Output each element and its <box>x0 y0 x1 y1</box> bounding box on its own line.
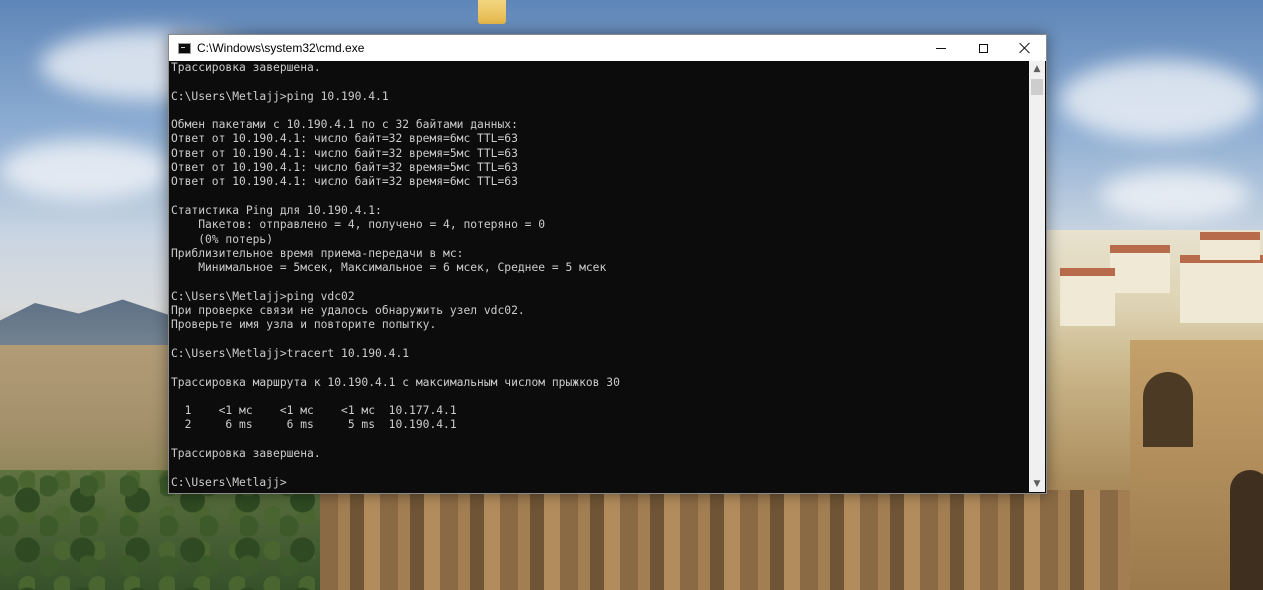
console-line: C:\Users\Metlajj>ping 10.190.4.1 <box>171 89 389 103</box>
console-line: Проверьте имя узла и повторите попытку. <box>171 318 437 332</box>
console-line: 1 <1 мс <1 мс <1 мс 10.177.4.1 <box>171 404 457 418</box>
scroll-down-button[interactable]: ▼ <box>1029 476 1045 492</box>
folder-icon[interactable] <box>478 0 506 24</box>
building <box>1200 232 1260 260</box>
cloud <box>0 140 170 200</box>
console-line: C:\Users\Metlajj>tracert 10.190.4.1 <box>171 346 410 360</box>
scroll-thumb[interactable] <box>1031 79 1043 95</box>
console-line: Ответ от 10.190.4.1: число байт=32 время… <box>171 146 518 160</box>
console-line: Приблизительное время приема-передачи в … <box>171 246 464 260</box>
console-line: (0% потерь) <box>171 232 274 246</box>
title-bar[interactable]: C:\Windows\system32\cmd.exe <box>169 35 1046 61</box>
cliff <box>320 480 1263 590</box>
console-line: Обмен пакетами с 10.190.4.1 по с 32 байт… <box>171 118 518 132</box>
building <box>1110 245 1170 293</box>
vertical-scrollbar[interactable]: ▲ ▼ <box>1029 61 1045 492</box>
console-line: При проверке связи не удалось обнаружить… <box>171 304 525 318</box>
console-line: Ответ от 10.190.4.1: число байт=32 время… <box>171 161 518 175</box>
close-icon <box>1019 42 1031 54</box>
console-line: C:\Users\Metlajj> <box>171 475 287 489</box>
bridge-arch <box>1143 372 1193 447</box>
building <box>1180 255 1263 323</box>
console-line: Ответ от 10.190.4.1: число байт=32 время… <box>171 175 518 189</box>
console-line: Трассировка завершена. <box>171 447 321 461</box>
window-title: C:\Windows\system32\cmd.exe <box>197 41 365 55</box>
cmd-window[interactable]: C:\Windows\system32\cmd.exe Трассировка … <box>168 34 1047 494</box>
console-line: Минимальное = 5мсек, Максимальное = 6 мс… <box>171 261 607 275</box>
bridge-arch <box>1230 470 1263 590</box>
cmd-console-icon[interactable] <box>178 42 191 54</box>
minimize-button[interactable] <box>920 35 962 61</box>
minimize-icon <box>936 47 946 49</box>
console-output[interactable]: Трассировка завершена. C:\Users\Metlajj>p… <box>171 61 1029 491</box>
maximize-icon <box>978 43 988 53</box>
console-line: Пакетов: отправлено = 4, получено = 4, п… <box>171 218 546 232</box>
chevron-down-icon: ▼ <box>1033 479 1041 489</box>
building <box>1060 268 1115 326</box>
cloud <box>1100 170 1250 220</box>
maximize-button[interactable] <box>962 35 1004 61</box>
console-line: Трассировка маршрута к 10.190.4.1 с макс… <box>171 375 620 389</box>
console-line: 2 6 ms 6 ms 5 ms 10.190.4.1 <box>171 418 457 432</box>
console-line: Статистика Ping для 10.190.4.1: <box>171 203 382 217</box>
console-line: C:\Users\Metlajj>ping vdc02 <box>171 289 355 303</box>
cloud <box>1060 60 1260 140</box>
console-line: Трассировка завершена. <box>171 61 321 74</box>
console-line: Ответ от 10.190.4.1: число байт=32 время… <box>171 132 518 146</box>
scroll-up-button[interactable]: ▲ <box>1029 61 1045 77</box>
chevron-up-icon: ▲ <box>1033 64 1041 74</box>
close-button[interactable] <box>1004 35 1046 61</box>
